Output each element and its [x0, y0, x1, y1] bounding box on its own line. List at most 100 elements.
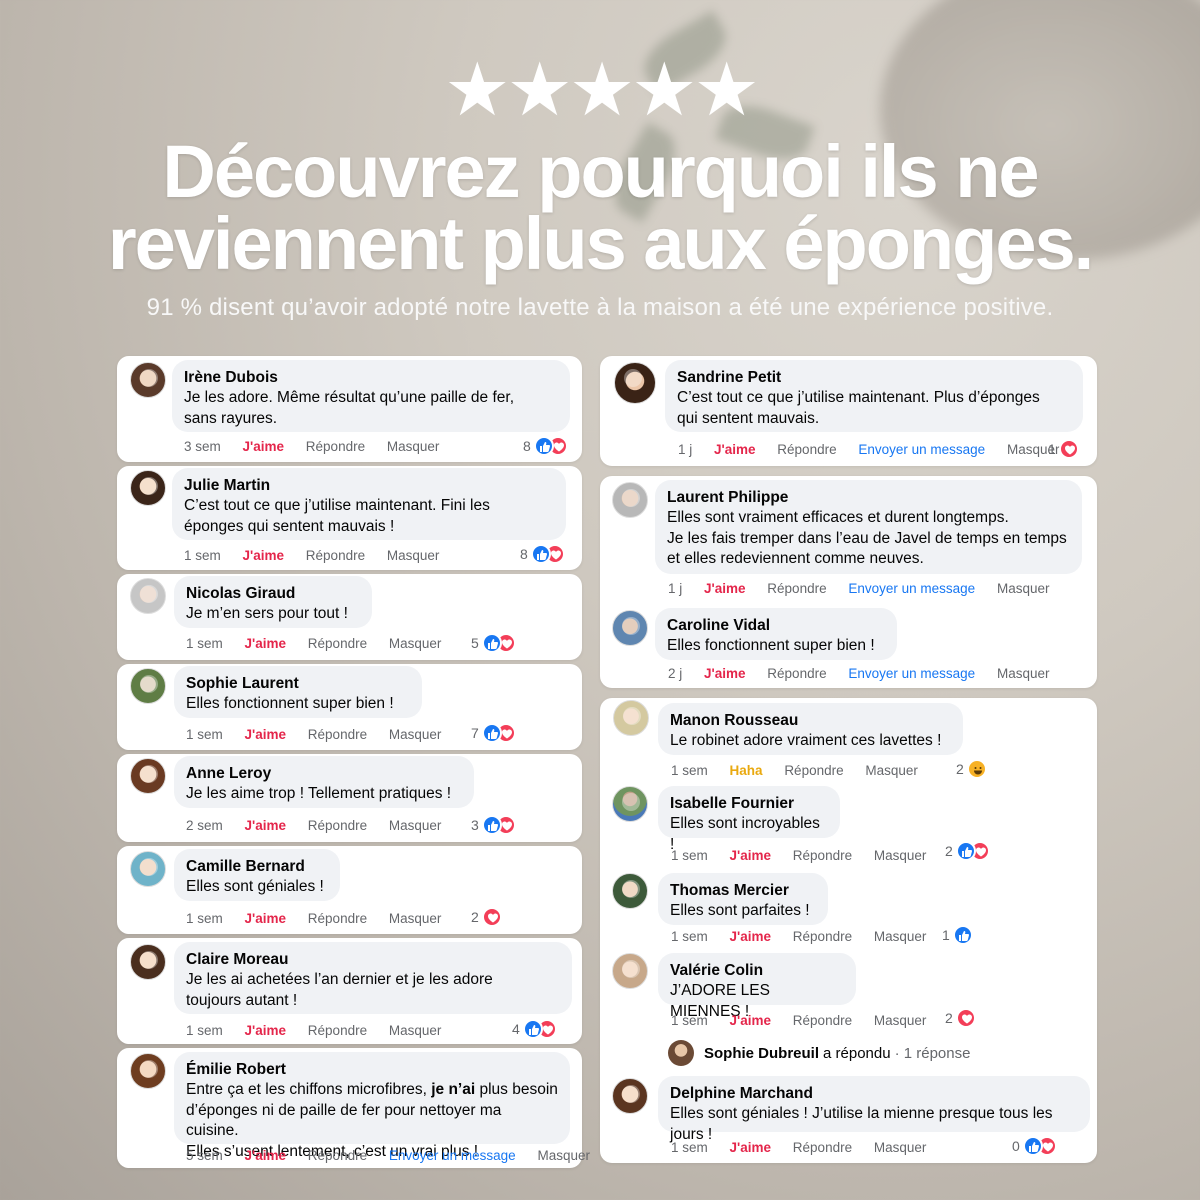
- reaction-summary[interactable]: 1: [1048, 439, 1079, 459]
- avatar[interactable]: [614, 362, 656, 404]
- reply-button[interactable]: Répondre: [308, 911, 367, 926]
- commenter-name[interactable]: Valérie Colin: [670, 961, 844, 981]
- hide-button[interactable]: Masquer: [389, 818, 442, 833]
- avatar[interactable]: [130, 668, 166, 704]
- timestamp[interactable]: 1 j: [678, 442, 692, 457]
- like-button[interactable]: J'aime: [704, 666, 746, 681]
- avatar[interactable]: [130, 1053, 166, 1089]
- timestamp[interactable]: 5 sem: [186, 1148, 223, 1163]
- send-message-button[interactable]: Envoyer un message: [389, 1148, 516, 1163]
- hide-button[interactable]: Masquer: [389, 727, 442, 742]
- timestamp[interactable]: 1 sem: [671, 763, 708, 778]
- commenter-name[interactable]: Nicolas Giraud: [186, 584, 360, 604]
- avatar[interactable]: [612, 786, 648, 822]
- avatar[interactable]: [130, 362, 166, 398]
- commenter-name[interactable]: Sandrine Petit: [677, 368, 1071, 388]
- reaction-summary[interactable]: 3: [471, 815, 516, 835]
- reaction-summary[interactable]: 2: [945, 1008, 976, 1028]
- reply-button[interactable]: Répondre: [308, 636, 367, 651]
- reply-button[interactable]: Répondre: [308, 1148, 367, 1163]
- hide-button[interactable]: Masquer: [387, 439, 440, 454]
- reply-button[interactable]: Répondre: [306, 548, 365, 563]
- hide-button[interactable]: Masquer: [389, 911, 442, 926]
- reply-button[interactable]: Répondre: [767, 581, 826, 596]
- commenter-name[interactable]: Delphine Marchand: [670, 1084, 1078, 1104]
- hide-button[interactable]: Masquer: [874, 1013, 927, 1028]
- timestamp[interactable]: 1 sem: [186, 727, 223, 742]
- hide-button[interactable]: Masquer: [874, 1140, 927, 1155]
- reply-button[interactable]: Répondre: [793, 848, 852, 863]
- hide-button[interactable]: Masquer: [387, 548, 440, 563]
- timestamp[interactable]: 1 sem: [671, 848, 708, 863]
- timestamp[interactable]: 3 sem: [184, 439, 221, 454]
- commenter-name[interactable]: Claire Moreau: [186, 950, 560, 970]
- timestamp[interactable]: 1 sem: [186, 1023, 223, 1038]
- reaction-summary[interactable]: 4: [512, 1019, 557, 1039]
- hide-button[interactable]: Masquer: [389, 1023, 442, 1038]
- timestamp[interactable]: 1 sem: [186, 911, 223, 926]
- hide-button[interactable]: Masquer: [537, 1148, 590, 1163]
- like-button[interactable]: J'aime: [730, 848, 772, 863]
- reply-button[interactable]: Répondre: [793, 1140, 852, 1155]
- reply-button[interactable]: Répondre: [308, 727, 367, 742]
- like-button[interactable]: J'aime: [245, 818, 287, 833]
- timestamp[interactable]: 1 sem: [184, 548, 221, 563]
- reaction-summary[interactable]: 2: [945, 841, 990, 861]
- commenter-name[interactable]: Irène Dubois: [184, 368, 558, 388]
- commenter-name[interactable]: Camille Bernard: [186, 857, 328, 877]
- like-button[interactable]: J'aime: [243, 439, 285, 454]
- replies-link[interactable]: Sophie Dubreuil a répondu · 1 réponse: [668, 1040, 970, 1066]
- reply-button[interactable]: Répondre: [793, 929, 852, 944]
- like-button[interactable]: J'aime: [245, 636, 287, 651]
- timestamp[interactable]: 1 sem: [671, 1013, 708, 1028]
- avatar[interactable]: [130, 470, 166, 506]
- like-button[interactable]: J'aime: [243, 548, 285, 563]
- commenter-name[interactable]: Julie Martin: [184, 476, 554, 496]
- hide-button[interactable]: Masquer: [997, 581, 1050, 596]
- timestamp[interactable]: 2 j: [668, 666, 682, 681]
- like-button[interactable]: J'aime: [704, 581, 746, 596]
- hide-button[interactable]: Masquer: [997, 666, 1050, 681]
- reaction-summary[interactable]: 8: [520, 544, 565, 564]
- reaction-summary[interactable]: 7: [471, 723, 516, 743]
- reaction-summary[interactable]: 2: [956, 759, 987, 779]
- like-button[interactable]: J'aime: [714, 442, 756, 457]
- reply-button[interactable]: Répondre: [793, 1013, 852, 1028]
- haha-reaction-button[interactable]: Haha: [730, 763, 763, 778]
- commenter-name[interactable]: Anne Leroy: [186, 764, 462, 784]
- reaction-summary[interactable]: 0: [1012, 1136, 1057, 1156]
- like-button[interactable]: J'aime: [245, 1148, 287, 1163]
- reply-button[interactable]: Répondre: [306, 439, 365, 454]
- avatar[interactable]: [130, 758, 166, 794]
- send-message-button[interactable]: Envoyer un message: [858, 442, 985, 457]
- like-button[interactable]: J'aime: [245, 1023, 287, 1038]
- like-button[interactable]: J'aime: [730, 929, 772, 944]
- like-button[interactable]: J'aime: [730, 1013, 772, 1028]
- avatar[interactable]: [612, 1078, 648, 1114]
- avatar[interactable]: [612, 873, 648, 909]
- send-message-button[interactable]: Envoyer un message: [848, 666, 975, 681]
- reply-button[interactable]: Répondre: [777, 442, 836, 457]
- avatar[interactable]: [130, 944, 166, 980]
- commenter-name[interactable]: Manon Rousseau: [670, 711, 951, 731]
- send-message-button[interactable]: Envoyer un message: [848, 581, 975, 596]
- commenter-name[interactable]: Caroline Vidal: [667, 616, 885, 636]
- avatar[interactable]: [613, 700, 649, 736]
- avatar[interactable]: [130, 578, 166, 614]
- hide-button[interactable]: Masquer: [874, 848, 927, 863]
- commenter-name[interactable]: Isabelle Fournier: [670, 794, 828, 814]
- reaction-summary[interactable]: 1: [942, 925, 973, 945]
- timestamp[interactable]: 1 sem: [671, 929, 708, 944]
- timestamp[interactable]: 1 sem: [186, 636, 223, 651]
- like-button[interactable]: J'aime: [245, 727, 287, 742]
- like-button[interactable]: J'aime: [730, 1140, 772, 1155]
- commenter-name[interactable]: Thomas Mercier: [670, 881, 816, 901]
- avatar[interactable]: [130, 851, 166, 887]
- hide-button[interactable]: Masquer: [874, 929, 927, 944]
- timestamp[interactable]: 1 j: [668, 581, 682, 596]
- avatar[interactable]: [612, 482, 648, 518]
- commenter-name[interactable]: Émilie Robert: [186, 1060, 558, 1080]
- hide-button[interactable]: Masquer: [389, 636, 442, 651]
- reply-button[interactable]: Répondre: [308, 818, 367, 833]
- hide-button[interactable]: Masquer: [865, 763, 918, 778]
